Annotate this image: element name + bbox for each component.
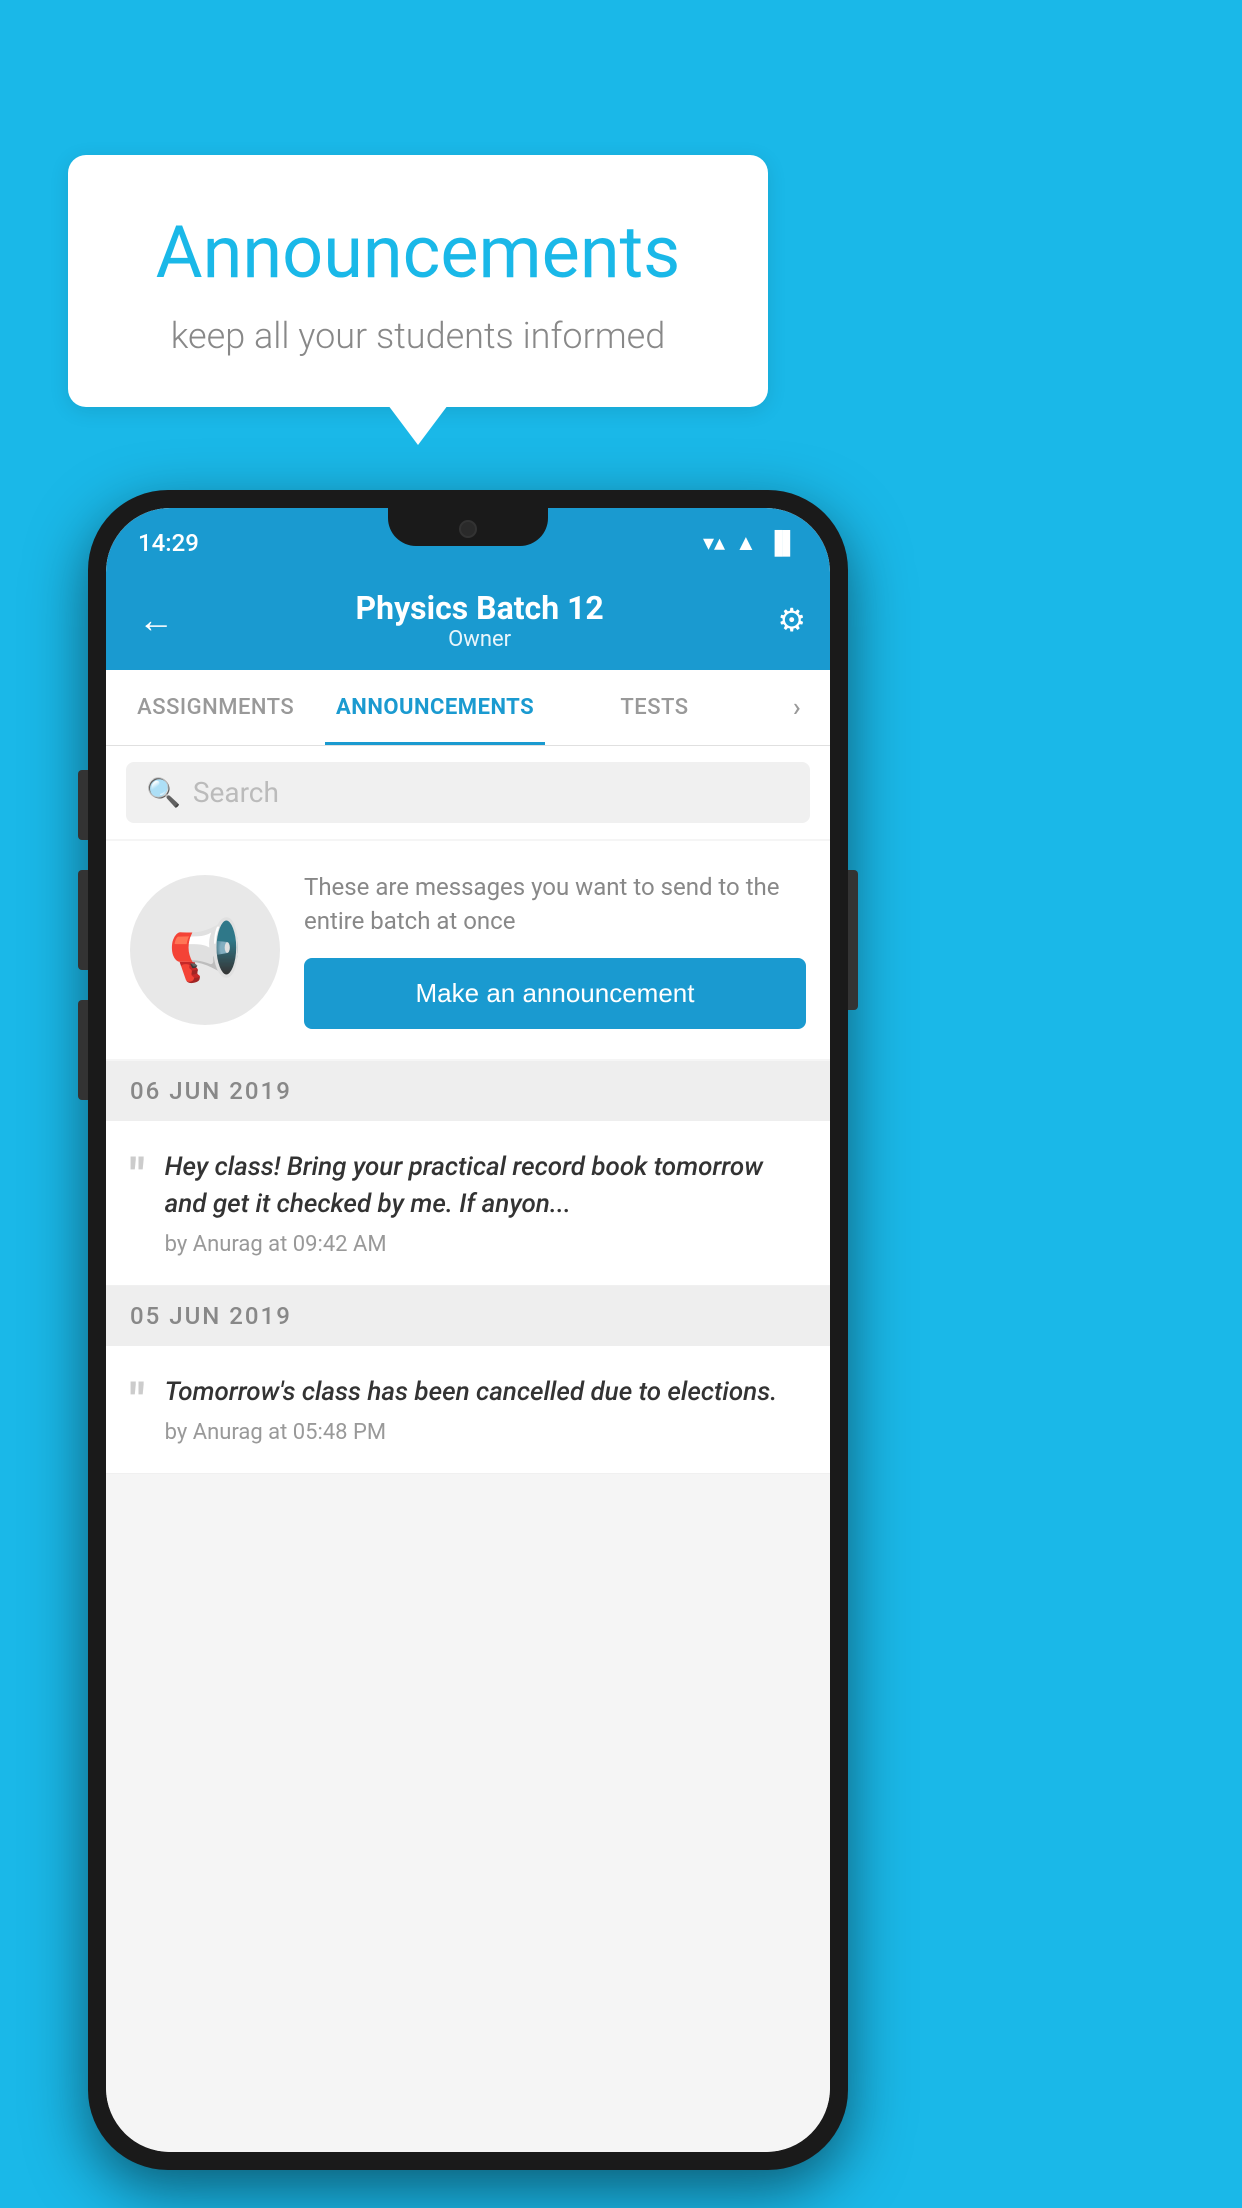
status-time: 14:29 (138, 529, 199, 557)
quote-icon-1: " (130, 1153, 145, 1257)
make-announcement-button[interactable]: Make an announcement (304, 958, 806, 1029)
message-item-1[interactable]: " Hey class! Bring your practical record… (106, 1121, 830, 1286)
message-content-1: Hey class! Bring your practical record b… (165, 1149, 806, 1257)
date-text-1: 06 JUN 2019 (130, 1077, 292, 1105)
announcement-right-panel: These are messages you want to send to t… (304, 871, 806, 1029)
front-camera (459, 520, 477, 538)
phone-button-volume-down[interactable] (78, 1000, 88, 1100)
bubble-subtitle: keep all your students informed (128, 315, 708, 357)
speech-bubble-container: Announcements keep all your students inf… (68, 155, 768, 407)
date-separator-2: 05 JUN 2019 (106, 1286, 830, 1346)
tab-announcements[interactable]: ANNOUNCEMENTS (325, 670, 544, 745)
date-separator-1: 06 JUN 2019 (106, 1061, 830, 1121)
search-container: 🔍 Search (106, 746, 830, 839)
search-input[interactable]: 🔍 Search (126, 762, 810, 823)
message-author-2: by Anurag at 05:48 PM (165, 1420, 806, 1445)
settings-button[interactable]: ⚙ (777, 601, 806, 639)
date-text-2: 05 JUN 2019 (130, 1302, 292, 1330)
top-bar-subtitle: Owner (182, 627, 777, 652)
announcement-empty-state: 📢 These are messages you want to send to… (106, 841, 830, 1059)
message-text-2: Tomorrow's class has been cancelled due … (165, 1374, 806, 1410)
message-author-1: by Anurag at 09:42 AM (165, 1232, 806, 1257)
phone-button-volume-up[interactable] (78, 870, 88, 970)
top-bar-title-group: Physics Batch 12 Owner (182, 589, 777, 652)
signal-icon: ▲ (735, 530, 757, 556)
content-area: 🔍 Search 📢 These are messages you want t… (106, 746, 830, 2152)
speech-bubble: Announcements keep all your students inf… (68, 155, 768, 407)
app-top-bar: ← Physics Batch 12 Owner ⚙ (106, 570, 830, 670)
tab-assignments[interactable]: ASSIGNMENTS (106, 670, 325, 745)
search-icon: 🔍 (146, 776, 181, 809)
phone-mockup: 14:29 ▾▴ ▲ ▐▌ ← Physics Batch 12 Owner ⚙ (88, 490, 848, 2170)
message-item-2[interactable]: " Tomorrow's class has been cancelled du… (106, 1346, 830, 1474)
phone-button-power[interactable] (848, 870, 858, 1010)
message-text-1: Hey class! Bring your practical record b… (165, 1149, 806, 1222)
phone-screen: 14:29 ▾▴ ▲ ▐▌ ← Physics Batch 12 Owner ⚙ (106, 508, 830, 2152)
wifi-icon: ▾▴ (703, 531, 725, 556)
tab-tests[interactable]: TESTS (545, 670, 764, 745)
announcement-description: These are messages you want to send to t… (304, 871, 806, 938)
back-button[interactable]: ← (130, 591, 182, 649)
battery-icon: ▐▌ (767, 530, 798, 556)
message-content-2: Tomorrow's class has been cancelled due … (165, 1374, 806, 1445)
search-placeholder: Search (193, 776, 279, 809)
tab-bar: ASSIGNMENTS ANNOUNCEMENTS TESTS › (106, 670, 830, 746)
tab-more[interactable]: › (764, 670, 830, 745)
status-icons: ▾▴ ▲ ▐▌ (703, 530, 798, 556)
phone-notch (388, 508, 548, 546)
bubble-title: Announcements (128, 210, 708, 295)
megaphone-icon: 📢 (168, 915, 243, 986)
phone-button-volume-indicator (78, 770, 88, 840)
phone-screen-inner: 14:29 ▾▴ ▲ ▐▌ ← Physics Batch 12 Owner ⚙ (106, 508, 830, 2152)
quote-icon-2: " (130, 1378, 145, 1445)
announcement-icon-circle: 📢 (130, 875, 280, 1025)
top-bar-title: Physics Batch 12 (182, 589, 777, 627)
